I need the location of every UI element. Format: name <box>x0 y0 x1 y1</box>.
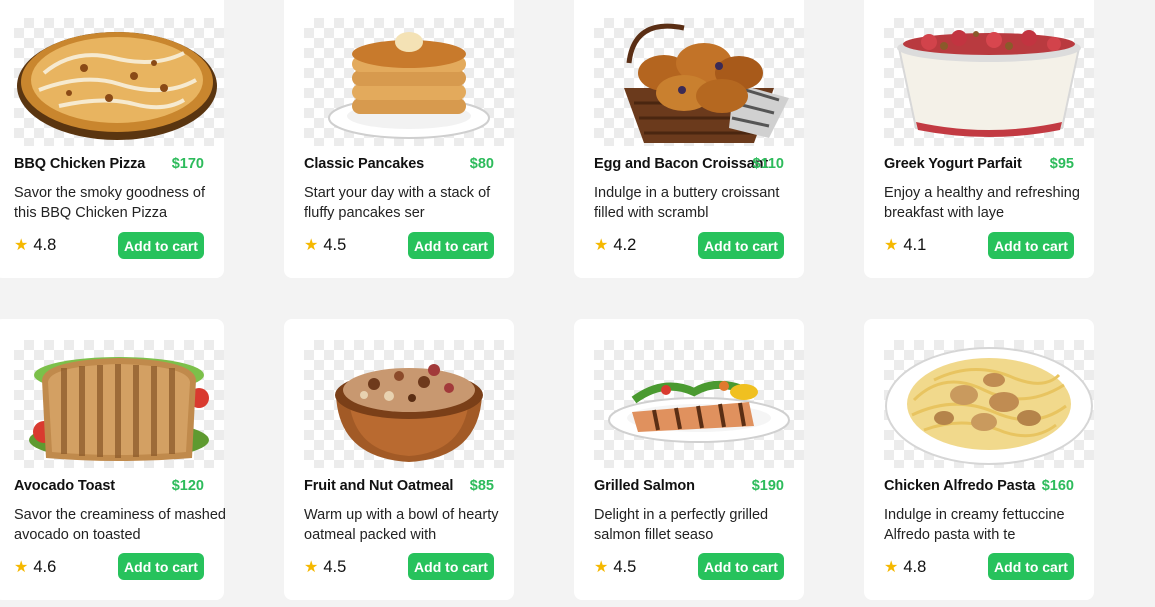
product-description: Indulge in creamy fettuccine Alfredo pas… <box>884 507 1065 543</box>
product-description: Enjoy a healthy and refreshing breakfast… <box>884 185 1080 221</box>
product-description: Start your day with a stack of fluffy pa… <box>304 185 491 221</box>
product-name: Chicken Alfredo Pasta <box>884 478 1036 494</box>
product-image-pancakes <box>304 18 514 146</box>
rating-value: 4.2 <box>613 235 637 254</box>
product-image-croissant-basket <box>594 18 804 146</box>
product-price: $190 <box>751 478 784 494</box>
rating-value: 4.5 <box>323 235 347 254</box>
star-icon: ★ <box>304 237 319 254</box>
add-to-cart-button[interactable]: Add to cart <box>698 232 784 259</box>
product-card: Chicken Alfredo Pasta $160 Indulge in cr… <box>864 319 1094 600</box>
product-image-alfredo-pasta <box>884 340 1094 468</box>
product-card: Fruit and Nut Oatmeal $85 Warm up with a… <box>284 319 514 600</box>
star-icon: ★ <box>884 559 899 576</box>
product-image-yogurt-parfait <box>884 18 1094 146</box>
product-card: Grilled Salmon $190 Delight in a perfect… <box>574 319 804 600</box>
product-name: Avocado Toast <box>14 478 116 494</box>
rating-value: 4.5 <box>613 557 637 576</box>
product-card: Greek Yogurt Parfait $95 Enjoy a healthy… <box>864 0 1094 278</box>
product-image-pizza <box>14 18 224 146</box>
product-rating: ★ 4.5 <box>304 557 346 577</box>
product-price: $80 <box>469 156 494 172</box>
rating-value: 4.8 <box>903 557 927 576</box>
product-price: $160 <box>1041 478 1074 494</box>
add-to-cart-button[interactable]: Add to cart <box>698 553 784 580</box>
product-price: $95 <box>1049 156 1074 172</box>
add-to-cart-button[interactable]: Add to cart <box>408 232 494 259</box>
star-icon: ★ <box>594 237 609 254</box>
product-name: Greek Yogurt Parfait <box>884 156 1022 172</box>
product-image-avocado-toast <box>14 340 224 468</box>
product-rating: ★ 4.6 <box>14 557 56 577</box>
product-price: $85 <box>469 478 494 494</box>
star-icon: ★ <box>304 559 319 576</box>
add-to-cart-button[interactable]: Add to cart <box>988 232 1074 259</box>
product-name: Fruit and Nut Oatmeal <box>304 478 454 494</box>
add-to-cart-button[interactable]: Add to cart <box>118 553 204 580</box>
star-icon: ★ <box>594 559 609 576</box>
product-description: Delight in a perfectly grilled salmon fi… <box>594 507 769 543</box>
product-price: $170 <box>171 156 204 172</box>
rating-value: 4.6 <box>33 557 57 576</box>
product-card: BBQ Chicken Pizza $170 Savor the smoky g… <box>0 0 224 278</box>
product-price: $110 <box>752 156 784 172</box>
add-to-cart-button[interactable]: Add to cart <box>408 553 494 580</box>
product-card: Classic Pancakes $80 Start your day with… <box>284 0 514 278</box>
product-name: BBQ Chicken Pizza <box>14 156 146 172</box>
rating-value: 4.8 <box>33 235 57 254</box>
product-name: Egg and Bacon Croissant <box>594 156 769 172</box>
product-description: Warm up with a bowl of hearty oatmeal pa… <box>304 507 499 543</box>
product-name: Classic Pancakes <box>304 156 425 172</box>
add-to-cart-button[interactable]: Add to cart <box>988 553 1074 580</box>
product-card: Egg and Bacon Croissant $110 Indulge in … <box>574 0 804 278</box>
product-image-grilled-salmon <box>594 340 804 468</box>
star-icon: ★ <box>884 237 899 254</box>
product-rating: ★ 4.2 <box>594 235 636 255</box>
product-rating: ★ 4.5 <box>304 235 346 255</box>
product-rating: ★ 4.8 <box>884 557 926 577</box>
product-rating: ★ 4.8 <box>14 235 56 255</box>
add-to-cart-button[interactable]: Add to cart <box>118 232 204 259</box>
rating-value: 4.1 <box>903 235 927 254</box>
product-price: $120 <box>171 478 204 494</box>
product-description: Savor the creaminess of mashed avocado o… <box>14 507 226 543</box>
product-name: Grilled Salmon <box>594 478 695 494</box>
product-rating: ★ 4.1 <box>884 235 926 255</box>
rating-value: 4.5 <box>323 557 347 576</box>
product-image-oatmeal-bowl <box>304 340 514 468</box>
product-description: Indulge in a buttery croissant filled wi… <box>594 185 780 221</box>
product-rating: ★ 4.5 <box>594 557 636 577</box>
product-description: Savor the smoky goodness of this BBQ Chi… <box>14 185 206 221</box>
star-icon: ★ <box>14 559 29 576</box>
star-icon: ★ <box>14 237 29 254</box>
product-card: Avocado Toast $120 Savor the creaminess … <box>0 319 226 600</box>
